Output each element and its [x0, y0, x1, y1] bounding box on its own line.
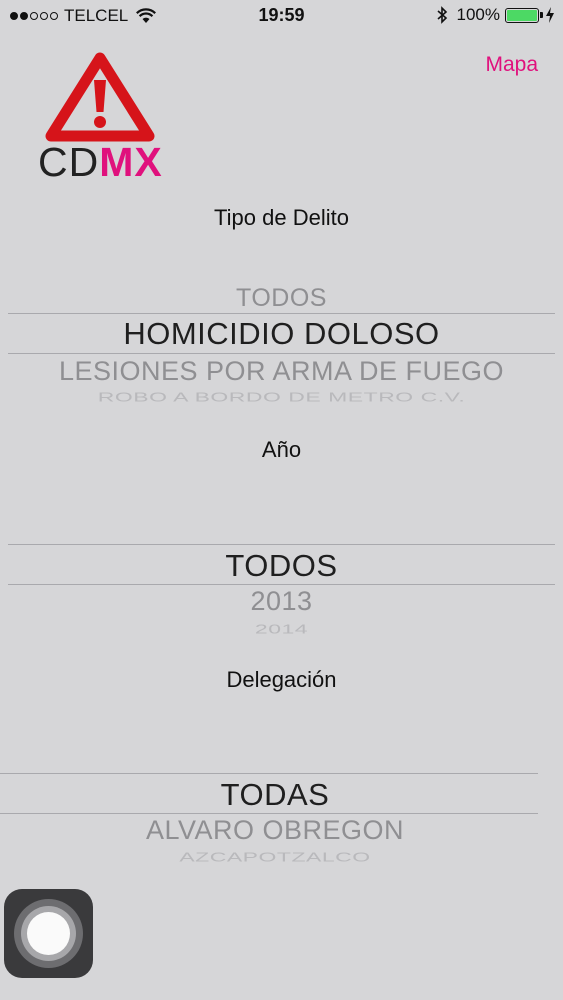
picker-divider — [0, 773, 538, 774]
battery-percent: 100% — [456, 5, 500, 24]
logo-wordmark: CDMX — [38, 139, 163, 185]
picker-option[interactable]: AZCAPOTZALCO — [0, 850, 550, 865]
bluetooth-icon — [436, 6, 447, 24]
picker-selected-option[interactable]: TODAS — [0, 777, 550, 813]
picker-selected-option[interactable]: TODOS — [0, 548, 563, 584]
picker-selected-option[interactable]: HOMICIDIO DOLOSO — [0, 316, 563, 352]
year-label: Año — [261, 437, 302, 462]
charging-icon — [546, 7, 554, 23]
map-button[interactable]: Mapa — [485, 53, 538, 77]
picker-divider — [8, 353, 555, 354]
delegation-label: Delegación — [226, 667, 337, 692]
year-picker[interactable]: TODOS 2013 2014 — [0, 540, 563, 638]
crime-type-label: Tipo de Delito — [214, 205, 349, 230]
picker-option[interactable]: 2014 — [0, 622, 563, 637]
status-bar: TELCEL 19:59 100% — [0, 0, 563, 32]
warning-triangle-icon — [45, 52, 155, 142]
cdmx-logo: CDMX — [38, 50, 168, 185]
assistive-touch-button[interactable] — [4, 889, 93, 978]
status-right: 100% — [435, 5, 555, 25]
battery-icon — [505, 7, 543, 23]
crime-type-picker[interactable]: TODOS HOMICIDIO DOLOSO LESIONES POR ARMA… — [0, 282, 563, 407]
picker-option[interactable]: TODOS — [0, 284, 563, 313]
picker-option[interactable]: ROBO A BORDO DE METRO C.V. — [0, 390, 563, 405]
picker-divider — [8, 313, 555, 314]
delegation-picker[interactable]: TODAS ALVARO OBREGON AZCAPOTZALCO — [0, 770, 563, 868]
picker-divider — [8, 544, 555, 545]
picker-divider — [8, 584, 555, 585]
picker-divider — [0, 813, 538, 814]
picker-option[interactable]: ALVARO OBREGON — [0, 815, 550, 846]
picker-option[interactable]: 2013 — [0, 586, 563, 617]
picker-option[interactable]: LESIONES POR ARMA DE FUEGO — [0, 356, 563, 387]
